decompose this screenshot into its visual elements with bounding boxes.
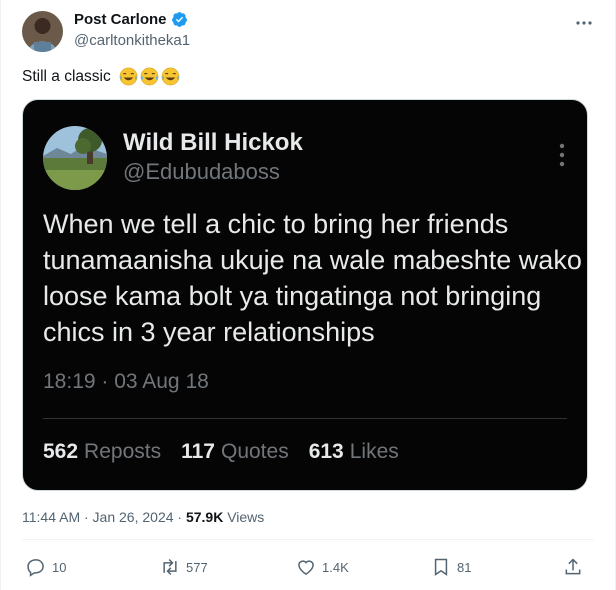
repost-button[interactable]: 577 [160, 557, 208, 577]
embedded-reposts-count: 562 [43, 440, 79, 463]
tears-of-joy-emoji-icon [161, 67, 180, 86]
reply-button[interactable]: 10 [26, 557, 66, 577]
tweet-timestamp[interactable]: 11:44 AM · Jan 26, 2024 · [22, 509, 186, 525]
reply-count: 10 [52, 559, 67, 575]
verified-badge-icon [171, 12, 187, 27]
share-button[interactable] [563, 557, 583, 577]
embedded-reposts-label: Reposts [84, 440, 162, 463]
tweet-meta: 11:44 AM · Jan 26, 2024 · 57.9K Views [22, 509, 264, 525]
embedded-quotes-count: 117 [181, 440, 215, 463]
embedded-author-name: Wild Bill Hickok [123, 129, 303, 156]
actions-divider [22, 539, 594, 540]
embedded-tweet-text: When we tell a chic to bring her friends… [43, 209, 582, 347]
tweet-text-content: Still a classic [22, 67, 111, 85]
tears-of-joy-emoji-icon [140, 67, 159, 86]
author-avatar[interactable] [22, 11, 63, 52]
like-button[interactable]: 1.4K [296, 557, 349, 577]
embedded-quotes-stat: 117 Quotes [181, 440, 289, 464]
author-name[interactable]: Post Carlone [74, 11, 188, 28]
embedded-timestamp: 18:19 · 03 Aug 18 [43, 370, 209, 393]
embedded-likes-stat: 613 Likes [309, 440, 399, 464]
tears-of-joy-emoji-icon [119, 67, 138, 86]
share-icon [565, 558, 581, 575]
author-name-text[interactable]: Post Carlone [74, 11, 167, 28]
embedded-tweet-image[interactable]: Wild Bill Hickok @Edubudaboss When we te… [22, 99, 588, 491]
views-count: 57.9K [185, 509, 224, 525]
views-label: Views [223, 509, 265, 525]
tweet-text: Still a classic [22, 67, 180, 86]
like-count: 1.4K [322, 559, 349, 575]
embedded-likes-label: Likes [349, 440, 399, 463]
embedded-author-avatar [43, 126, 107, 190]
more-options-icon[interactable] [575, 14, 593, 32]
embedded-author-handle: @Edubudaboss [123, 159, 280, 184]
repost-count: 577 [186, 559, 208, 575]
embedded-reposts-stat: 562 Reposts [43, 440, 161, 464]
bookmark-count: 81 [457, 559, 472, 575]
repost-icon [163, 558, 177, 576]
tweet-card: Post Carlone @carltonkitheka1 Still a cl… [0, 0, 616, 590]
reply-icon [27, 559, 44, 577]
bookmark-button[interactable]: 81 [431, 557, 471, 577]
embedded-likes-count: 613 [308, 440, 344, 463]
heart-icon [298, 560, 314, 575]
embedded-stats: 562 Reposts 117 Quotes 613 Likes [43, 440, 399, 464]
bookmark-icon [434, 558, 448, 576]
embedded-quotes-label: Quotes [220, 440, 289, 463]
embedded-divider [43, 418, 567, 419]
author-handle[interactable]: @carltonkitheka1 [74, 32, 190, 49]
embedded-more-icon [559, 143, 565, 167]
